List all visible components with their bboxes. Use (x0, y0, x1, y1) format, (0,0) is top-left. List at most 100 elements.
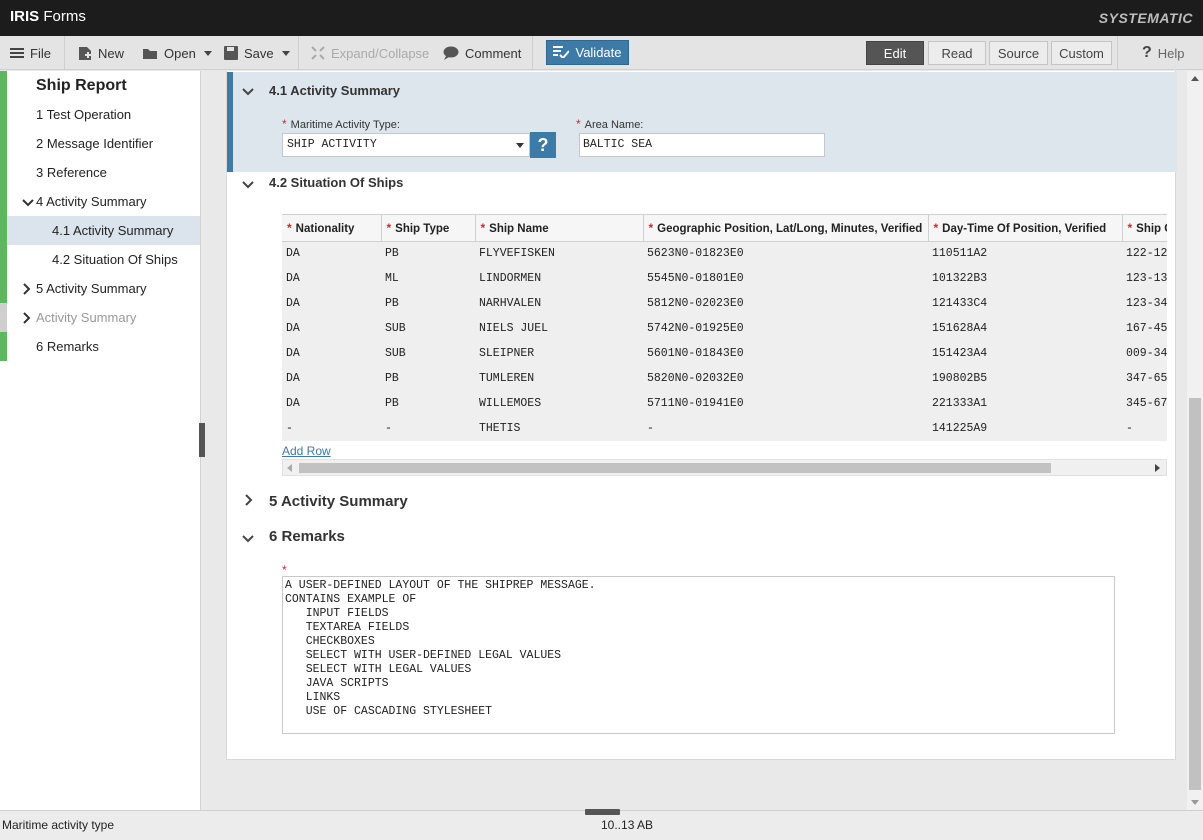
table-cell[interactable]: SUB (381, 341, 475, 366)
table-cell[interactable]: PB (381, 391, 475, 416)
column-header[interactable]: * Nationality (282, 215, 382, 242)
table-cell[interactable]: 221333A1 (928, 391, 1122, 416)
chevron-down-icon[interactable] (242, 178, 254, 193)
sidebar-item-test-operation[interactable]: 1 Test Operation (0, 100, 200, 129)
scroll-down-icon[interactable] (1191, 800, 1199, 805)
column-header[interactable]: * Ship Type (381, 215, 476, 242)
table-cell[interactable]: THETIS (475, 416, 643, 441)
table-row[interactable]: DA ML LINDORMEN 5545N0-01801E0 101322B3 123-1… (282, 266, 1167, 291)
scroll-left-icon[interactable] (287, 464, 292, 472)
chevron-right-icon[interactable] (22, 312, 32, 327)
mode-edit-button[interactable]: Edit (866, 41, 924, 65)
sidebar-title[interactable]: Ship Report (0, 71, 200, 100)
sidebar-item-activity-summary-optional[interactable]: Activity Summary (0, 303, 200, 332)
sidebar-item-activity-summary-5[interactable]: 5 Activity Summary (0, 274, 200, 303)
maritime-activity-type-select[interactable]: SHIP ACTIVITY (282, 133, 530, 157)
table-row[interactable]: DA SUB NIELS JUEL 5742N0-01925E0 151628A4 167… (282, 316, 1167, 341)
table-cell[interactable]: PB (381, 291, 475, 316)
chevron-down-icon[interactable] (242, 85, 254, 100)
table-cell[interactable]: SUB (381, 316, 475, 341)
table-cell[interactable]: NARHVALEN (475, 291, 643, 316)
validate-button[interactable]: Validate (546, 40, 629, 65)
table-cell[interactable]: 167-45 (1122, 316, 1167, 341)
scroll-up-icon[interactable] (1191, 76, 1199, 81)
table-row[interactable]: DA PB WILLEMOES 5711N0-01941E0 221333A1 345-6… (282, 391, 1167, 416)
table-cell[interactable]: 121433C4 (928, 291, 1122, 316)
mode-custom-button[interactable]: Custom (1051, 41, 1112, 65)
table-cell[interactable]: DA (282, 266, 381, 291)
table-cell[interactable]: - (1122, 416, 1167, 441)
chevron-down-icon[interactable] (242, 532, 254, 547)
table-cell[interactable]: WILLEMOES (475, 391, 643, 416)
column-header[interactable]: * Day-Time Of Position, Verified (928, 215, 1123, 242)
table-cell[interactable]: ML (381, 266, 475, 291)
table-cell[interactable]: 009-34 (1122, 341, 1167, 366)
save-button[interactable]: Save (224, 36, 290, 70)
add-row-link[interactable]: Add Row (282, 444, 331, 458)
table-cell[interactable]: 101322B3 (928, 266, 1122, 291)
panel-resize-handle[interactable] (585, 809, 620, 815)
table-cell[interactable]: 5742N0-01925E0 (643, 316, 928, 341)
sidebar-item-remarks[interactable]: 6 Remarks (0, 332, 200, 361)
comment-button[interactable]: Comment (443, 36, 521, 70)
new-button[interactable]: New (78, 36, 124, 70)
table-cell[interactable]: - (643, 416, 928, 441)
table-cell[interactable]: 123-34 (1122, 291, 1167, 316)
table-cell[interactable]: 141225A9 (928, 416, 1122, 441)
help-button[interactable]: ? Help (1142, 36, 1185, 70)
table-cell[interactable]: 110511A2 (928, 241, 1122, 266)
table-row[interactable]: DA PB TUMLEREN 5820N0-02032E0 190802B5 347-65 (282, 366, 1167, 391)
mode-source-button[interactable]: Source (989, 41, 1048, 65)
table-cell[interactable]: DA (282, 241, 381, 266)
chevron-right-icon[interactable] (244, 494, 254, 509)
table-cell[interactable]: 122-12 (1122, 241, 1167, 266)
table-horizontal-scrollbar[interactable] (282, 459, 1167, 476)
table-cell[interactable]: DA (282, 391, 381, 416)
table-cell[interactable]: 5601N0-01843E0 (643, 341, 928, 366)
table-cell[interactable]: DA (282, 341, 381, 366)
sidebar-item-activity-summary-4-1[interactable]: 4.1 Activity Summary (0, 216, 200, 245)
expand-collapse-button[interactable]: Expand/Collapse (311, 36, 429, 70)
chevron-down-icon[interactable] (22, 196, 34, 211)
column-header[interactable]: * Geographic Position, Lat/Long, Minutes,… (643, 215, 929, 242)
table-row[interactable]: DA PB FLYVEFISKEN 5623N0-01823E0 110511A2 122… (282, 241, 1167, 266)
table-cell[interactable]: 5623N0-01823E0 (643, 241, 928, 266)
table-cell[interactable]: 5711N0-01941E0 (643, 391, 928, 416)
scrollbar-thumb[interactable] (1189, 398, 1201, 790)
table-cell[interactable]: PB (381, 241, 475, 266)
chevron-right-icon[interactable] (22, 283, 32, 298)
sidebar-item-activity-summary-4[interactable]: 4 Activity Summary (0, 187, 200, 216)
vertical-scrollbar[interactable] (1187, 71, 1203, 810)
table-cell[interactable]: 190802B5 (928, 366, 1122, 391)
scroll-right-icon[interactable] (1155, 464, 1160, 472)
mode-read-button[interactable]: Read (928, 41, 986, 65)
table-cell[interactable]: - (381, 416, 475, 441)
table-cell[interactable]: TUMLEREN (475, 366, 643, 391)
column-header[interactable]: *Ship C (1122, 215, 1167, 242)
open-button[interactable]: Open (142, 36, 212, 70)
table-cell[interactable]: 347-65 (1122, 366, 1167, 391)
table-cell[interactable]: PB (381, 366, 475, 391)
table-cell[interactable]: 151423A4 (928, 341, 1122, 366)
table-row[interactable]: - - THETIS -141225A9- (282, 416, 1167, 441)
table-cell[interactable]: NIELS JUEL (475, 316, 643, 341)
table-cell[interactable]: FLYVEFISKEN (475, 241, 643, 266)
scrollbar-thumb[interactable] (299, 463, 1051, 473)
table-cell[interactable]: 5812N0-02023E0 (643, 291, 928, 316)
remarks-textarea[interactable]: A USER-DEFINED LAYOUT OF THE SHIPREP MES… (282, 576, 1115, 734)
table-cell[interactable]: DA (282, 366, 381, 391)
table-cell[interactable]: 345-67 (1122, 391, 1167, 416)
table-cell[interactable]: - (282, 416, 381, 441)
table-cell[interactable]: 151628A4 (928, 316, 1122, 341)
file-menu-button[interactable]: File (10, 36, 51, 70)
table-cell[interactable]: SLEIPNER (475, 341, 643, 366)
table-row[interactable]: DA SUB SLEIPNER 5601N0-01843E0 151423A4 009-3… (282, 341, 1167, 366)
column-header[interactable]: * Ship Name (475, 215, 644, 242)
table-cell[interactable]: DA (282, 316, 381, 341)
table-cell[interactable]: 5545N0-01801E0 (643, 266, 928, 291)
sidebar-item-reference[interactable]: 3 Reference (0, 158, 200, 187)
table-cell[interactable]: 5820N0-02032E0 (643, 366, 928, 391)
field-help-button[interactable]: ? (530, 132, 556, 158)
table-row[interactable]: DA PB NARHVALEN 5812N0-02023E0 121433C4 123-3… (282, 291, 1167, 316)
sidebar-item-message-identifier[interactable]: 2 Message Identifier (0, 129, 200, 158)
